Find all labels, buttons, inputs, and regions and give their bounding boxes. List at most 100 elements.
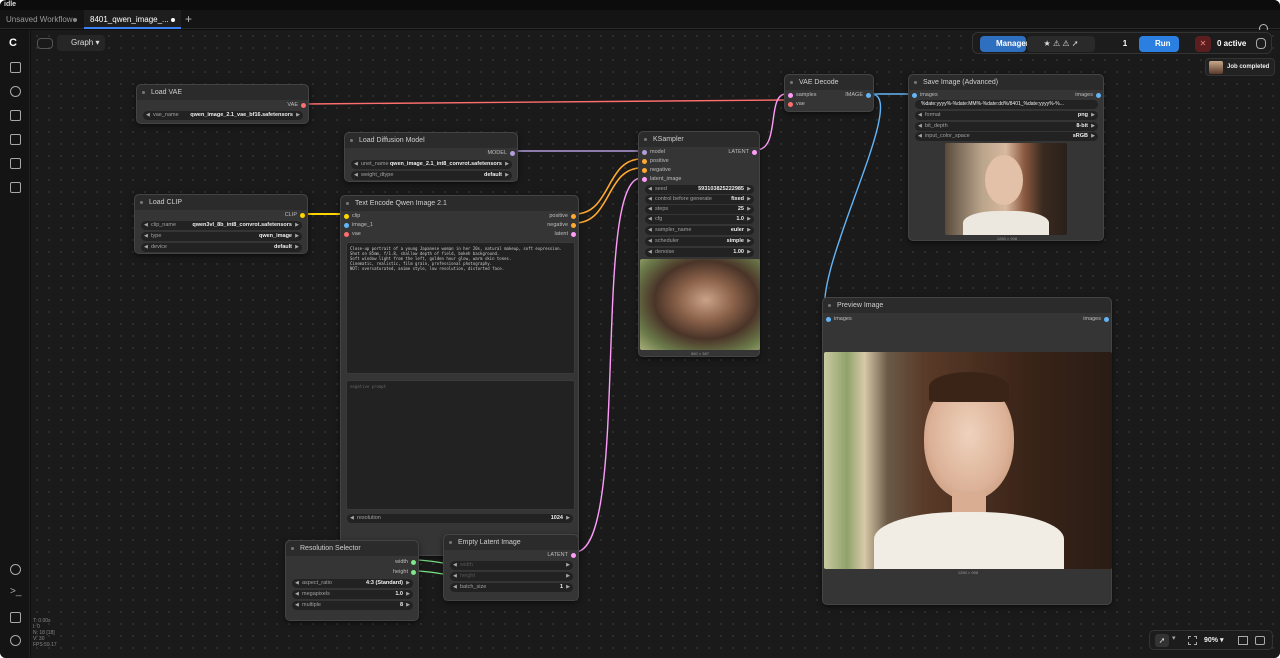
zoom-level[interactable]: 90% ▾ (1204, 635, 1223, 647)
widget-label: seed (655, 186, 667, 192)
widget-scheduler[interactable]: scheduler simple (645, 237, 754, 246)
widget-clip-name[interactable]: clip_name qwen3vl_8b_int8_convrot.safeten… (141, 221, 302, 230)
output-height[interactable]: height (393, 568, 416, 576)
help-icon[interactable] (10, 564, 21, 575)
tab-current-workflow[interactable]: 8401_qwen_image_... (84, 10, 181, 29)
node-load-diffusion-model[interactable]: Load Diffusion Model MODEL unet_nameqwen… (344, 132, 518, 182)
slot-label: VAE (287, 102, 298, 108)
output-image[interactable]: IMAGE (845, 91, 871, 99)
image-size-caption: 1280 × 908 (996, 236, 1018, 241)
input-clip[interactable]: clip (344, 212, 360, 220)
slot-dot (1096, 92, 1101, 98)
slot-dot (301, 102, 306, 108)
graph-canvas[interactable]: Graph ▾ Manager ★ ⚠ ⚠ ➚ 1 Run ✕ 0 active… (31, 30, 1280, 658)
select-mode-icon[interactable]: ➚ (1155, 634, 1169, 647)
node-load-vae[interactable]: Load VAE VAE vae_name qwen_image_2.1_vae_… (136, 84, 309, 124)
widget-width-linked[interactable]: width (450, 561, 573, 570)
slot-dot (411, 569, 416, 575)
widget-unet-name[interactable]: unet_nameqwen_image_2.1_int8_convrot.saf… (351, 160, 512, 169)
settings-icon[interactable] (10, 635, 21, 646)
widget-seed[interactable]: seed 593103825222985 (645, 185, 754, 194)
face-shape (985, 155, 1023, 205)
terminal-icon[interactable]: >_ (10, 586, 21, 597)
images-icon[interactable] (10, 62, 21, 73)
input-positive[interactable]: positive (642, 157, 669, 165)
input-image-1[interactable]: image_1 (344, 221, 373, 229)
node-load-clip[interactable]: Load CLIP CLIP clip_name qwen3vl_8b_int8_… (134, 194, 308, 254)
widget-resolution[interactable]: resolution 1024 (347, 514, 573, 523)
input-images[interactable]: images (826, 315, 852, 323)
widget-cfg[interactable]: cfg 1.0 (645, 215, 754, 224)
output-latent[interactable]: LATENT (547, 551, 576, 559)
input-negative[interactable]: negative (642, 166, 671, 174)
filename-prefix-input[interactable]: %date:yyyy%-%date:MM%-%date:dd%/8401_%da… (915, 100, 1098, 109)
widget-denoise[interactable]: denoise 1.00 (645, 248, 754, 257)
link-visibility-icon[interactable] (1255, 636, 1265, 645)
nodes-library-icon[interactable] (10, 110, 21, 121)
input-latent-image[interactable]: latent_image (642, 175, 682, 183)
workflows-icon[interactable] (10, 158, 21, 169)
node-ksampler[interactable]: KSampler model positive negative latent_… (638, 131, 760, 357)
widget-clip-type[interactable]: type qwen_image (141, 232, 302, 241)
widget-input-color-space[interactable]: input_color_space sRGB (915, 132, 1098, 141)
slot-label: images (1075, 92, 1093, 98)
output-vae[interactable]: VAE (287, 101, 306, 109)
widget-sampler-name[interactable]: sampler_name euler (645, 226, 754, 235)
widget-weight-dtype[interactable]: weight_dtype default (351, 171, 512, 180)
node-vae-decode[interactable]: VAE Decode samples vae IMAGE (784, 74, 874, 112)
keyboard-icon[interactable] (10, 612, 21, 623)
widget-vae-name[interactable]: vae_name qwen_image_2.1_vae_bf16.safetens… (143, 111, 303, 120)
node-text-encode-qwen[interactable]: Text Encode Qwen Image 2.1 clip image_1 … (340, 195, 579, 556)
input-vae[interactable]: vae (344, 230, 361, 238)
node-title: VAE Decode (785, 75, 873, 90)
node-empty-latent-image[interactable]: Empty Latent Image LATENT width height b… (443, 534, 579, 601)
widget-multiple[interactable]: multiple 8 (292, 601, 413, 610)
output-width[interactable]: width (395, 558, 416, 566)
slot-dot (300, 212, 305, 218)
fit-view-icon[interactable] (1188, 636, 1197, 645)
comfy-logo-icon[interactable]: C (9, 38, 22, 49)
input-model[interactable]: model (642, 148, 665, 156)
negative-prompt-textarea[interactable]: negative prompt (346, 380, 575, 510)
widget-aspect-ratio[interactable]: aspect_ratio 4:3 (Standard) (292, 579, 413, 588)
positive-prompt-textarea[interactable]: Close-up portrait of a young Japanese wo… (346, 242, 575, 374)
input-vae[interactable]: vae (788, 100, 805, 108)
widget-clip-device[interactable]: device default (141, 243, 302, 252)
new-tab-plus-icon[interactable]: + (185, 13, 192, 25)
slot-label: images (920, 92, 938, 98)
widget-steps[interactable]: steps 25 (645, 205, 754, 214)
chevron-down-icon[interactable]: ▾ (1172, 634, 1176, 642)
node-title: Text Encode Qwen Image 2.1 (341, 196, 578, 211)
models-icon[interactable] (10, 134, 21, 145)
widget-bit-depth[interactable]: bit_depth 8-bit (915, 122, 1098, 131)
output-latent[interactable]: LATENT (728, 148, 757, 156)
slot-dot (344, 222, 349, 228)
output-images[interactable]: images (1075, 91, 1101, 99)
output-negative[interactable]: negative (547, 221, 576, 229)
widget-batch-size[interactable]: batch_size 1 (450, 583, 573, 592)
status-text: idle (4, 1, 17, 8)
node-preview-image[interactable]: Preview Image images images 1280 × 908 (822, 297, 1112, 605)
minimap-icon[interactable] (1238, 636, 1248, 645)
slot-label: samples (796, 92, 817, 98)
node-save-image-advanced[interactable]: Save Image (Advanced) images images %dat… (908, 74, 1104, 241)
output-clip[interactable]: CLIP (285, 211, 305, 219)
tab-unsaved-workflow[interactable]: Unsaved Workflow (0, 10, 83, 29)
node-title: Load Diffusion Model (345, 133, 517, 148)
output-model[interactable]: MODEL (487, 149, 515, 157)
widget-height-linked[interactable]: height (450, 572, 573, 581)
output-positive[interactable]: positive (549, 212, 576, 220)
tab-label: Unsaved Workflow (6, 15, 73, 24)
widget-format[interactable]: format png (915, 111, 1098, 120)
output-images[interactable]: images (1083, 315, 1109, 323)
widget-control-before-generate[interactable]: control before generate fixed (645, 195, 754, 204)
templates-icon[interactable] (10, 182, 21, 193)
node-title: Load CLIP (135, 195, 307, 210)
slot-dot (571, 231, 576, 237)
widget-megapixels[interactable]: megapixels 1.0 (292, 590, 413, 599)
input-samples[interactable]: samples (788, 91, 816, 99)
output-latent[interactable]: latent (555, 230, 576, 238)
queue-icon[interactable] (10, 86, 21, 97)
input-images[interactable]: images (912, 91, 938, 99)
node-resolution-selector[interactable]: Resolution Selector width height aspect_… (285, 540, 419, 621)
